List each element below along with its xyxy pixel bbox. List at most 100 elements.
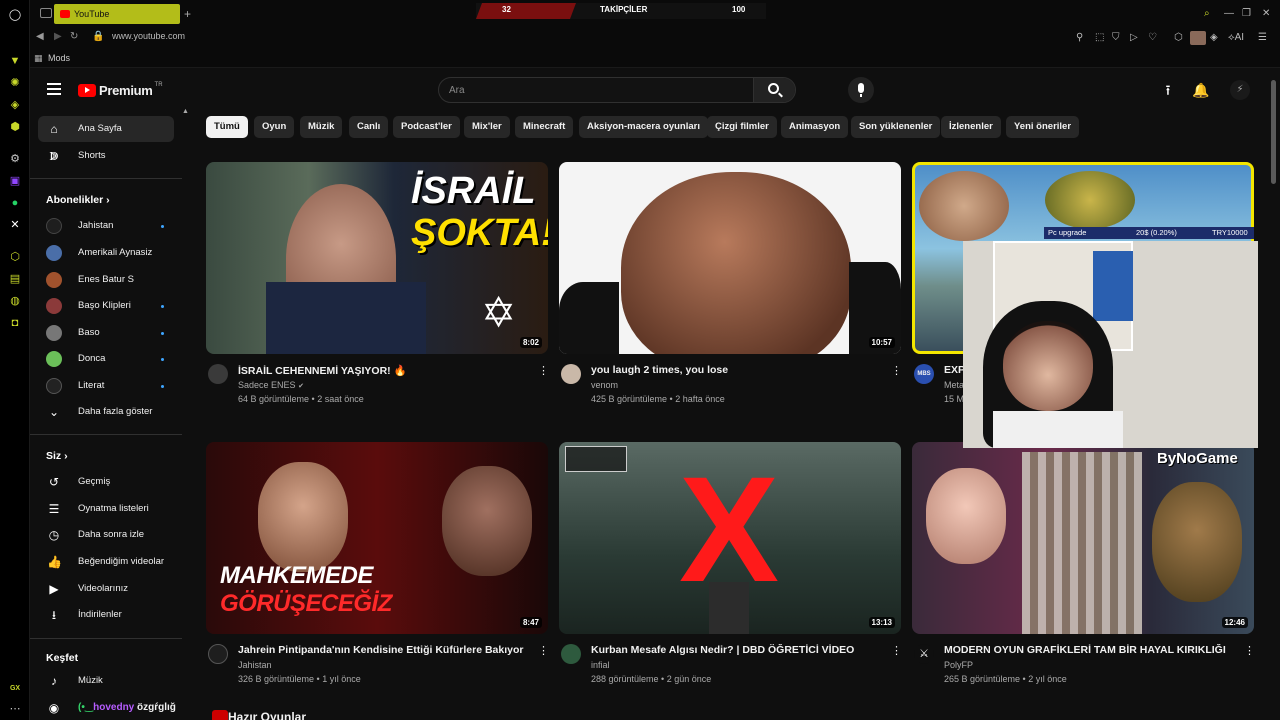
- whatsapp-icon[interactable]: ●: [8, 196, 22, 210]
- video-thumbnail[interactable]: ByNoGame 12:46: [912, 442, 1254, 634]
- minimize-icon[interactable]: —: [1224, 8, 1234, 19]
- more-options-icon[interactable]: ⋮: [891, 364, 902, 378]
- sidebar-item-your-videos[interactable]: ▶ Videolarınız: [38, 576, 174, 602]
- video-title[interactable]: you laugh 2 times, you lose: [591, 364, 881, 376]
- sidebar-item-music[interactable]: ♪ Müzik: [38, 668, 174, 694]
- reload-icon[interactable]: ↻: [70, 31, 78, 42]
- new-tab-button[interactable]: +: [184, 8, 191, 20]
- chip-recently-uploaded[interactable]: Son yüklenenler: [851, 116, 941, 138]
- video-channel[interactable]: PolyFP: [944, 660, 973, 670]
- video-title[interactable]: İSRAİL CEHENNEMİ YAŞIYOR! 🔥: [238, 364, 528, 377]
- chip-gaming[interactable]: Oyun: [254, 116, 295, 138]
- vpn-icon[interactable]: ◈: [1210, 32, 1218, 43]
- more-options-icon[interactable]: ⋮: [538, 644, 549, 658]
- video-thumbnail[interactable]: MAHKEMEDE GÖRÜŞECEĞİZ 8:47: [206, 442, 548, 634]
- chip-watched[interactable]: İzlenenler: [941, 116, 1001, 138]
- sidebar-item-watch-later[interactable]: ◷ Daha sonra izle: [38, 522, 174, 548]
- sidebar-item-history[interactable]: ↺ Geçmiş: [38, 469, 174, 495]
- tab-youtube[interactable]: YouTube: [54, 4, 180, 24]
- video-channel[interactable]: Sadece ENES ✔: [238, 380, 304, 390]
- more-options-icon[interactable]: ⋮: [538, 364, 549, 378]
- opera-logo-icon[interactable]: ◯: [8, 8, 22, 22]
- menu-icon[interactable]: [47, 83, 61, 95]
- sidebar-item-channel[interactable]: Başo Klipleri: [38, 293, 174, 319]
- video-thumbnail[interactable]: İSRAİL ŞOKTA! ✡ 8:02: [206, 162, 548, 354]
- gx-speed-dial-icon[interactable]: ▼: [8, 54, 22, 68]
- search-tabs-icon[interactable]: ⌕: [1204, 8, 1210, 19]
- gx-player-icon[interactable]: ⬡: [8, 250, 22, 264]
- sidebar-show-more[interactable]: ⌄ Daha fazla göster: [38, 399, 174, 425]
- youtube-premium-logo[interactable]: Premium TR: [78, 81, 163, 99]
- chip-all[interactable]: Tümü: [206, 116, 248, 138]
- sidebar-item-home[interactable]: ⌂ Ana Sayfa: [38, 116, 174, 142]
- channel-avatar[interactable]: [561, 644, 581, 664]
- sidebar-item-playlists[interactable]: ☰ Oynatma listeleri: [38, 496, 174, 522]
- gx-control-icon[interactable]: ✺: [8, 76, 22, 90]
- url-text[interactable]: www.youtube.com: [112, 31, 185, 41]
- channel-avatar[interactable]: [208, 364, 228, 384]
- sidebar-item-downloads[interactable]: ⭳ İndirilenler: [38, 602, 174, 628]
- maximize-icon[interactable]: ❐: [1242, 8, 1251, 19]
- sidebar-item-channel[interactable]: Baso: [38, 320, 174, 346]
- video-channel[interactable]: infial: [591, 660, 610, 670]
- gx-wallet-icon[interactable]: ▤: [8, 272, 22, 286]
- voice-search-button[interactable]: [848, 77, 874, 103]
- bookmark-mods[interactable]: Mods: [48, 53, 70, 63]
- video-thumbnail[interactable]: 10:57: [559, 162, 901, 354]
- video-channel[interactable]: Meta: [944, 380, 964, 390]
- profile-avatar-icon[interactable]: [1190, 31, 1206, 45]
- player-icon[interactable]: ▷: [1130, 32, 1138, 43]
- chip-cartoons[interactable]: Çizgi filmler: [707, 116, 777, 138]
- chip-podcasts[interactable]: Podcast'ler: [393, 116, 460, 138]
- snapshot-icon[interactable]: ⬚: [1095, 32, 1104, 43]
- sidebar-scroll-up-icon[interactable]: ▲: [182, 108, 189, 115]
- shield-icon[interactable]: ⛉: [1112, 32, 1120, 43]
- sidebar-item-channel[interactable]: Jahistan: [38, 213, 174, 239]
- more-options-icon[interactable]: ⋮: [891, 644, 902, 658]
- sidebar-item-liked[interactable]: 👍 Beğendiğim videolar: [38, 549, 174, 575]
- upload-icon[interactable]: ⭱: [1160, 82, 1176, 98]
- chip-music[interactable]: Müzik: [300, 116, 343, 138]
- chip-mixes[interactable]: Mix'ler: [464, 116, 510, 138]
- subscriptions-heading[interactable]: Abonelikler ›: [46, 194, 110, 206]
- cube-icon[interactable]: ⬡: [1174, 32, 1183, 43]
- channel-avatar[interactable]: MBS: [914, 364, 934, 384]
- chip-new-to-you[interactable]: Yeni öneriler: [1006, 116, 1080, 138]
- video-title[interactable]: Kurban Mesafe Algısı Nedir? | DBD ÖĞRETİ…: [591, 644, 881, 656]
- sidebar-item-channel[interactable]: Donca: [38, 346, 174, 372]
- forward-icon[interactable]: ▶: [54, 31, 62, 42]
- channel-avatar[interactable]: [208, 644, 228, 664]
- chip-minecraft[interactable]: Minecraft: [515, 116, 574, 138]
- settings-icon[interactable]: ⚙: [8, 152, 22, 166]
- gx-hot-tabs-icon[interactable]: ◈: [8, 98, 22, 112]
- close-window-icon[interactable]: ✕: [1262, 8, 1270, 19]
- x-twitter-icon[interactable]: ✕: [8, 218, 22, 232]
- video-title[interactable]: MODERN OYUN GRAFİKLERİ TAM BİR HAYAL KIR…: [944, 644, 1234, 656]
- page-scrollbar[interactable]: [1271, 80, 1276, 184]
- search-button[interactable]: [753, 78, 795, 102]
- sidebar-item-shorts[interactable]: ↇ Shorts: [38, 143, 174, 169]
- account-avatar[interactable]: ⚡: [1230, 80, 1250, 100]
- easy-setup-icon[interactable]: ☰: [1258, 32, 1267, 43]
- sidebar-item-channel[interactable]: Enes Batur S: [38, 267, 174, 293]
- gx-extension-icon[interactable]: ◘: [8, 316, 22, 330]
- heart-icon[interactable]: ♡: [1148, 32, 1157, 43]
- notifications-bell-icon[interactable]: 🔔: [1192, 82, 1209, 98]
- more-icon[interactable]: ⋯: [8, 702, 22, 716]
- twitch-icon[interactable]: ▣: [8, 174, 22, 188]
- video-channel[interactable]: venom: [591, 380, 618, 390]
- video-channel[interactable]: Jahistan: [238, 660, 272, 670]
- aria-ai-icon[interactable]: ⟡AI: [1228, 32, 1244, 43]
- chip-live[interactable]: Canlı: [349, 116, 389, 138]
- you-heading[interactable]: Siz ›: [46, 450, 68, 462]
- tab-island-icon[interactable]: [40, 8, 52, 18]
- pin-icon[interactable]: ⚲: [1076, 32, 1083, 43]
- sidebar-item-channel[interactable]: Literat: [38, 373, 174, 399]
- back-icon[interactable]: ◀: [36, 31, 44, 42]
- video-title[interactable]: Jahrein Pintipanda'nın Kendisine Ettiği …: [238, 644, 528, 656]
- search-input[interactable]: [439, 78, 739, 102]
- chip-action-adventure[interactable]: Aksiyon-macera oyunları: [579, 116, 708, 138]
- gx-corner-icon[interactable]: ⬢: [8, 120, 22, 134]
- channel-avatar[interactable]: [561, 364, 581, 384]
- chip-animation[interactable]: Animasyon: [781, 116, 849, 138]
